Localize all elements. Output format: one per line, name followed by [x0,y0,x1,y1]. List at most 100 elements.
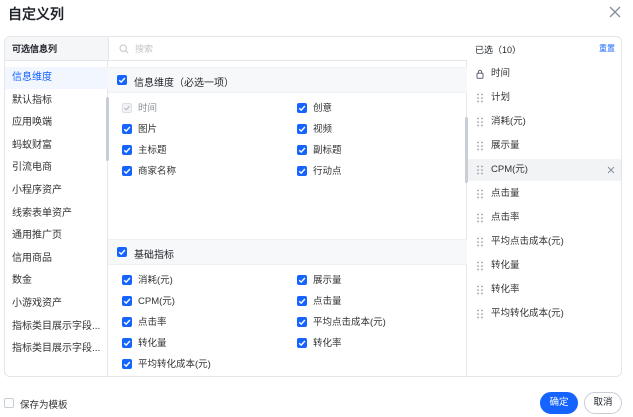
section-select-all-checkbox[interactable] [117,247,127,257]
available-columns-header: 可选信息列 [5,37,108,61]
selected-item-label: 计划 [491,92,511,103]
selected-item[interactable]: 时间 [468,63,621,85]
options-area: 信息维度（必选一项） 时间 创意图片 视频主标题 副标题商家名称 行动点基础指标消耗(元)… [108,61,468,376]
option-label: 展示量 [313,275,342,286]
remove-icon[interactable] [607,165,615,174]
category-item[interactable]: 线索表单资产 [5,203,108,225]
category-item[interactable]: 应用唤端 [5,112,108,134]
selected-count-header: 已选（10） [475,45,522,55]
selected-item-label: 转化率 [491,284,520,295]
option-label: 行动点 [313,166,342,177]
confirm-button[interactable]: 确定 [540,392,578,414]
close-icon[interactable] [607,4,623,20]
selected-item-label: 点击量 [491,188,520,199]
option-label: 转化量 [138,338,167,349]
section-header: 信息维度（必选一项） [108,67,467,93]
cancel-button[interactable]: 取消 [584,392,622,414]
selected-item[interactable]: 点击量 [468,183,621,205]
option-label: 平均点击成本(元) [313,317,386,328]
selected-item-label: CPM(元) [491,164,528,175]
section-title: 基础指标 [134,250,174,261]
category-list: 信息维度 默认指标 应用唤端 蚂蚁财富 引流电商 小程序资产 线索表单资产 通用推广页 信用商品… [5,61,109,376]
option-label: 副标题 [313,145,342,156]
option-checkbox[interactable] [122,296,132,306]
drag-handle-icon[interactable] [476,93,484,103]
selected-item[interactable]: 计划 [468,87,621,109]
option-checkbox[interactable] [122,166,132,176]
category-item[interactable]: 通用推广页 [5,225,108,247]
selected-columns-panel: 已选（10） 重置 时间计划消耗(元) 展示量 CPM(元) 点击量点击率平均点击成本… [468,37,621,376]
drag-handle-icon[interactable] [476,165,484,175]
save-as-template-box[interactable] [4,398,14,408]
option-checkbox[interactable] [297,296,307,306]
option-label: 平均转化成本(元) [138,359,211,370]
option-label: 点击率 [138,317,167,328]
selected-item-label: 转化量 [491,260,520,271]
selected-item-label: 时间 [491,68,511,79]
save-as-template-label: 保存为模板 [20,400,68,411]
option-checkbox[interactable] [297,103,307,113]
category-item[interactable]: 小程序资产 [5,180,108,202]
section-header: 基础指标 [108,239,467,265]
selected-item[interactable]: 平均点击成本(元) [468,231,621,253]
option-checkbox[interactable] [297,145,307,155]
selected-item[interactable]: 转化率 [468,279,621,301]
selected-item-label: 消耗(元) [491,116,526,127]
selected-item[interactable]: 平均转化成本(元) [468,303,621,325]
option-label: 创意 [313,103,333,114]
category-item[interactable]: 指标类目展示字段... [5,338,108,360]
category-item[interactable]: 默认指标 [5,90,108,112]
page-title: 自定义列 [8,6,64,22]
option-checkbox[interactable] [297,124,307,134]
category-item[interactable]: 引流电商 [5,157,108,179]
selected-item[interactable]: 转化量 [468,255,621,277]
search-icon [119,44,129,54]
option-label: 消耗(元) [138,275,173,286]
column-picker-panel: 可选信息列 信息维度默认指标应用唤端蚂蚁财富引流电商小程序资产线索表单资产通用推… [4,36,622,377]
category-item[interactable]: 指标类目展示字段... [5,316,108,338]
selected-item[interactable]: 点击率 [468,207,621,229]
drag-handle-icon[interactable] [476,261,484,271]
drag-handle-icon[interactable] [476,237,484,247]
drag-handle-icon[interactable] [476,309,484,319]
option-label: CPM(元) [138,296,175,307]
option-checkbox[interactable] [297,338,307,348]
option-label: 时间 [138,103,158,114]
option-label: 视频 [313,124,333,135]
section-title: 信息维度（必选一项） [134,78,234,89]
drag-handle-icon[interactable] [476,285,484,295]
option-label: 图片 [138,124,158,135]
selected-item[interactable]: 消耗(元) [468,111,621,133]
option-checkbox[interactable] [122,359,132,369]
selected-item-label: 展示量 [491,140,520,151]
section-select-all-checkbox[interactable] [117,75,127,85]
selected-item[interactable]: CPM(元) [468,159,621,181]
category-item[interactable]: 小游戏资产 [5,293,108,315]
drag-handle-icon[interactable] [476,213,484,223]
option-label: 点击量 [313,296,342,307]
category-item[interactable]: 蚂蚁财富 [5,135,108,157]
option-label: 主标题 [138,145,167,156]
selected-item-label: 平均转化成本(元) [491,308,564,319]
drag-handle-icon[interactable] [476,117,484,127]
drag-handle-icon[interactable] [476,141,484,151]
option-checkbox[interactable] [122,124,132,134]
category-item[interactable]: 信息维度 [5,67,108,89]
reset-button[interactable]: 重置 [599,43,615,54]
option-checkbox[interactable] [122,338,132,348]
option-label: 商家名称 [138,166,177,177]
option-checkbox[interactable] [297,317,307,327]
selected-item-label: 点击率 [491,212,520,223]
category-item[interactable]: 信用商品 [5,248,108,270]
drag-handle-icon[interactable] [476,189,484,199]
selected-item[interactable]: 展示量 [468,135,621,157]
search-box [108,37,467,61]
option-checkbox[interactable] [122,145,132,155]
category-item[interactable]: 数金 [5,270,108,292]
option-checkbox[interactable] [122,317,132,327]
option-checkbox[interactable] [297,275,307,285]
search-input[interactable] [135,41,455,57]
lock-icon [476,69,484,79]
option-checkbox[interactable] [122,275,132,285]
option-checkbox[interactable] [297,166,307,176]
